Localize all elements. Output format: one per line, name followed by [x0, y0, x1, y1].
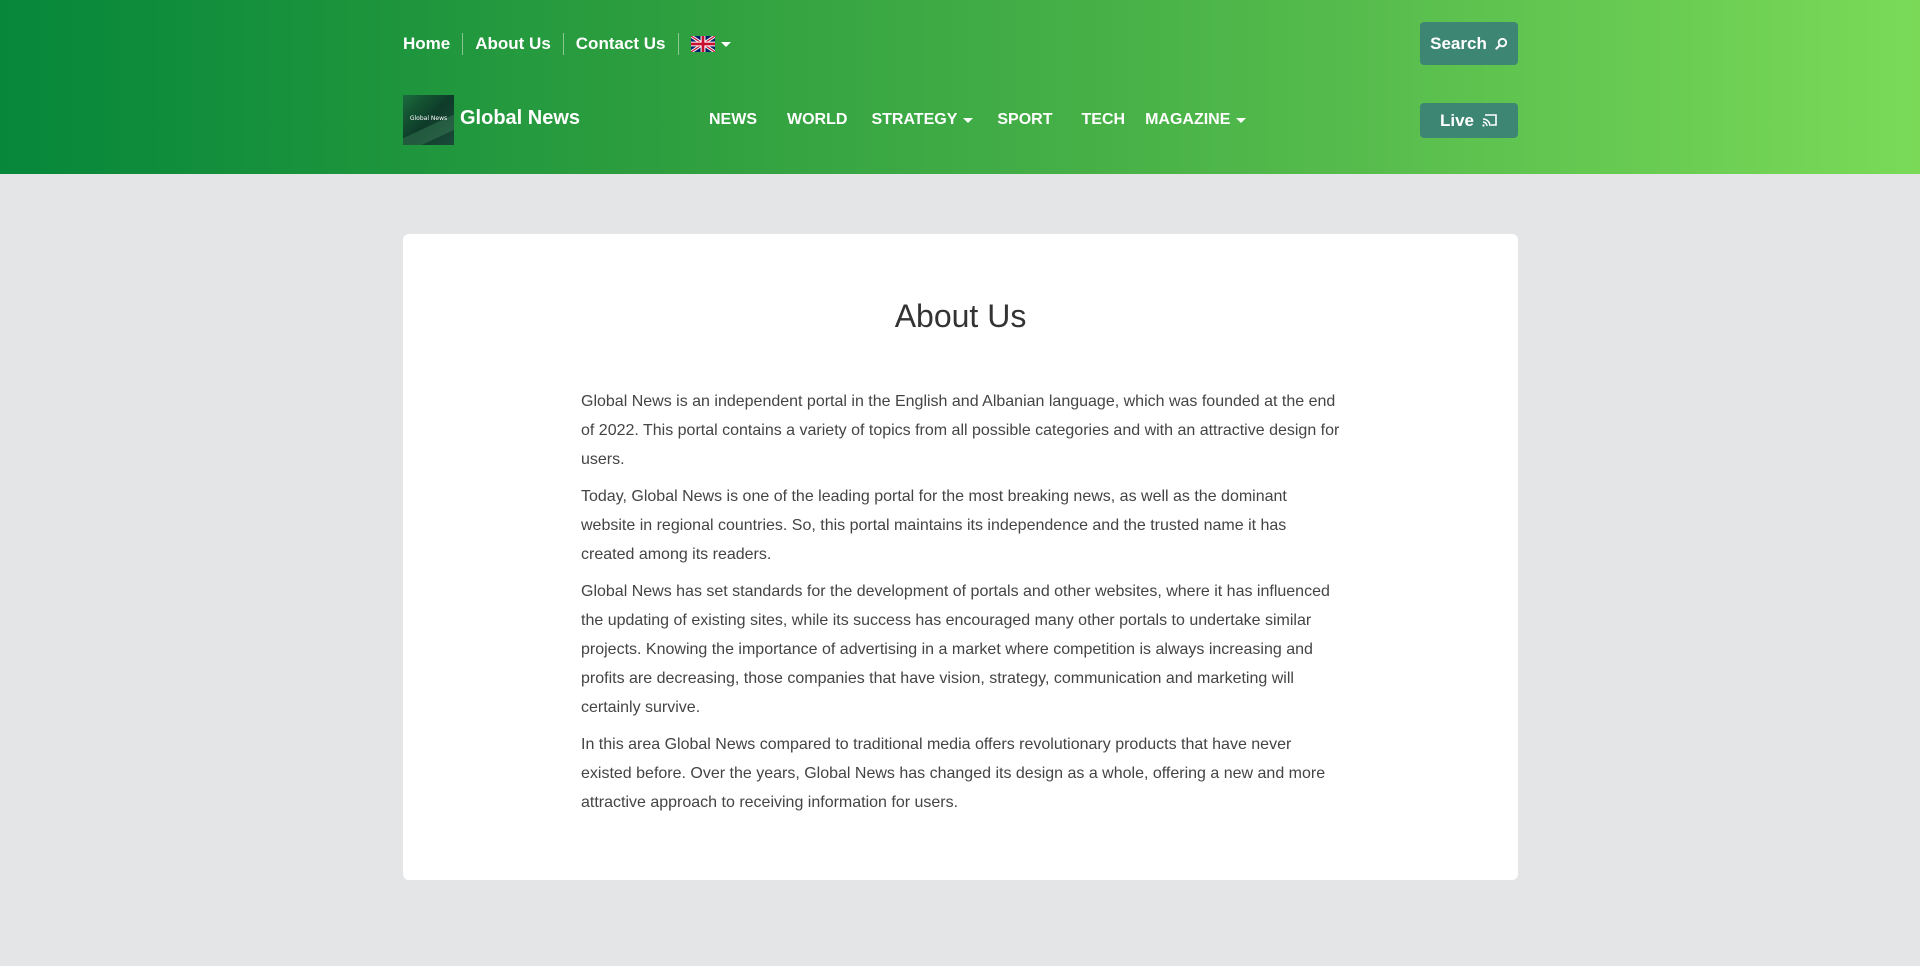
about-paragraph: Global News is an independent portal in …	[581, 393, 1340, 468]
top-bar: Home About Us Contact Us Search	[403, 22, 1518, 66]
language-selector[interactable]	[677, 33, 743, 55]
cast-icon	[1482, 114, 1497, 127]
main-nav: NEWS WORLD STRATEGY SPORT TECH MAGAZINE	[709, 95, 1247, 145]
caret-down-icon	[720, 41, 731, 47]
nav-strategy-dropdown[interactable]: STRATEGY	[871, 111, 974, 129]
nav-world[interactable]: WORLD	[787, 111, 847, 129]
site-header: Home About Us Contact Us Search Global N…	[0, 0, 1920, 174]
nav-tech-label: TECH	[1081, 111, 1126, 128]
nav-strategy-label: STRATEGY	[871, 111, 958, 128]
caret-down-icon	[1236, 117, 1247, 123]
caret-down-icon	[963, 117, 974, 123]
about-us-card: About Us Global News is an independent p…	[403, 234, 1518, 880]
page-title: About Us	[894, 298, 1027, 334]
search-button-label: Search	[1430, 33, 1487, 53]
nav-magazine-dropdown[interactable]: MAGAZINE	[1145, 111, 1247, 129]
main-bar: Global News Global News NEWS WORLD STRAT…	[403, 95, 1518, 145]
live-button[interactable]: Live	[1420, 103, 1518, 138]
top-nav-contact-us[interactable]: Contact Us	[562, 33, 678, 55]
nav-world-label: WORLD	[787, 111, 848, 128]
nav-news-label: NEWS	[709, 111, 757, 128]
live-button-label: Live	[1439, 110, 1475, 130]
about-paragraph: Today, Global News is one of the leading…	[581, 488, 1287, 563]
about-paragraph: Global News has set standards for the de…	[581, 583, 1330, 716]
search-icon	[1495, 37, 1507, 50]
nav-news[interactable]: NEWS	[709, 111, 757, 129]
logo-text: Global News	[409, 115, 448, 122]
top-nav-home[interactable]: Home	[403, 33, 462, 55]
top-nav-about-us[interactable]: About Us	[462, 33, 563, 55]
nav-tech[interactable]: TECH	[1082, 111, 1126, 129]
nav-magazine-label: MAGAZINE	[1145, 111, 1231, 128]
about-paragraph: In this area Global News compared to tra…	[581, 736, 1326, 811]
site-logo: Global News	[403, 95, 454, 145]
uk-flag-icon	[690, 36, 715, 52]
search-button[interactable]: Search	[1420, 22, 1518, 65]
about-content: Global News is an independent portal in …	[581, 387, 1343, 825]
top-nav: Home About Us Contact Us	[403, 22, 743, 66]
nav-sport-label: SPORT	[997, 111, 1053, 128]
nav-sport[interactable]: SPORT	[997, 111, 1052, 129]
brand-name: Global News	[460, 106, 581, 129]
brand[interactable]: Global News Global News	[403, 95, 580, 145]
